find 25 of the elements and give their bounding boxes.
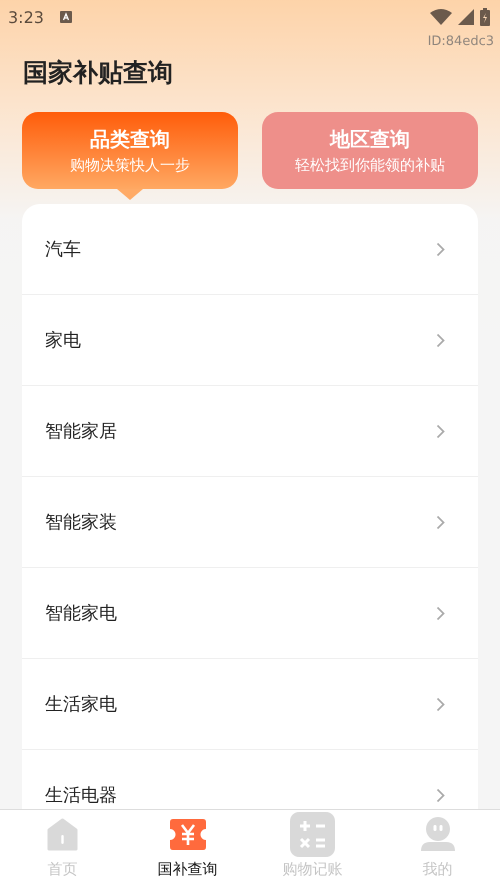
category-row[interactable]: 汽车: [22, 204, 478, 295]
calculator-icon: [290, 812, 335, 856]
category-row[interactable]: 家电: [22, 295, 478, 386]
person-icon: [420, 817, 454, 851]
nav-tab[interactable]: 国补查询: [125, 810, 250, 890]
house-icon: [46, 818, 79, 850]
page-title: 国家补贴查询: [22, 57, 174, 89]
chevron-right-icon: [436, 514, 445, 530]
category-row[interactable]: 智能家装: [22, 477, 478, 568]
chevron-right-icon: [436, 696, 445, 712]
status-time: 3:23: [8, 8, 44, 26]
keyboard-status-icon: [60, 11, 72, 23]
id-label: ID:84edc3: [428, 34, 494, 51]
battery-icon: [480, 8, 490, 26]
category-row[interactable]: 生活家电: [22, 659, 478, 750]
chevron-right-icon: [436, 606, 445, 620]
chevron-right-icon: [436, 424, 445, 438]
chevron-right-icon: [436, 332, 445, 348]
signal-icon: [458, 9, 474, 25]
chevron-right-icon: [436, 788, 445, 802]
category-row[interactable]: 智能家居: [22, 386, 478, 477]
yuan-ticket-icon: [170, 818, 206, 850]
wifi-icon: [430, 9, 452, 25]
category-row[interactable]: 智能家电: [22, 568, 478, 659]
chevron-right-icon: [436, 242, 445, 256]
